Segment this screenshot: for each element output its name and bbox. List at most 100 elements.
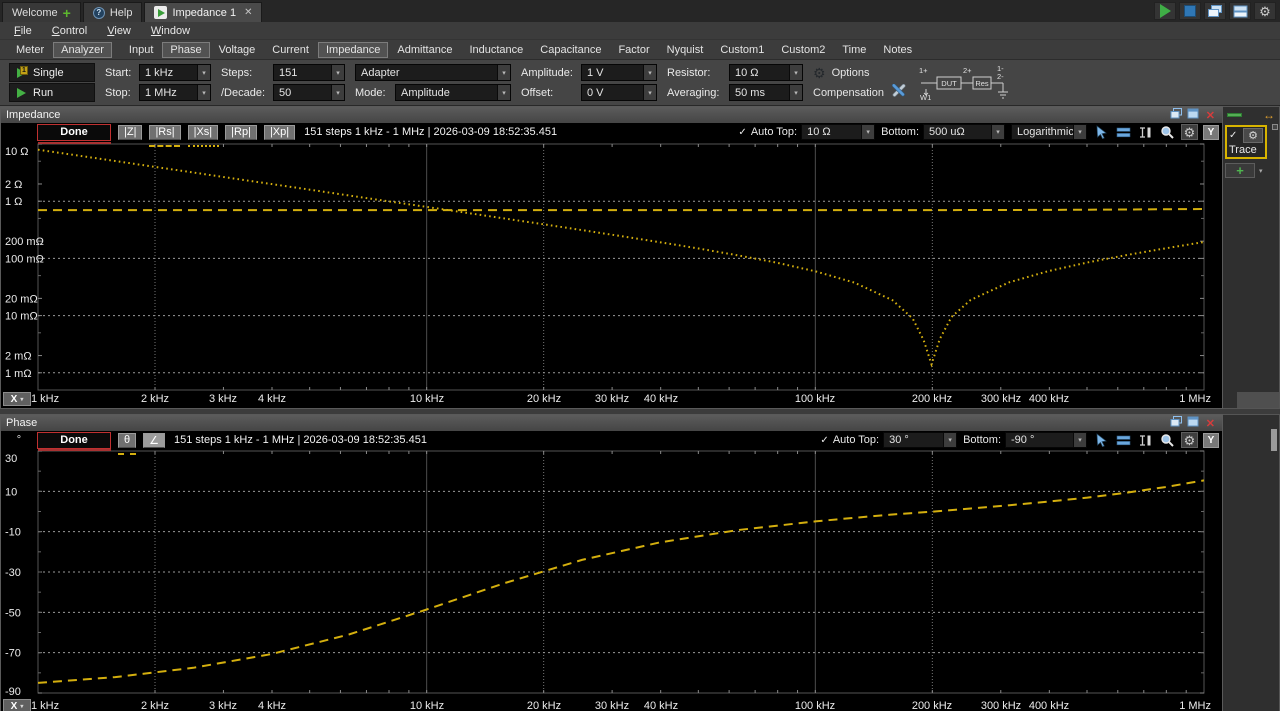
start-dropdown[interactable]: 1 kHz ▾ xyxy=(139,64,211,81)
menu-view[interactable]: View xyxy=(97,25,141,37)
y-axis-button[interactable]: Y xyxy=(1203,124,1219,140)
menu-control[interactable]: Control xyxy=(42,25,97,37)
markers-icon[interactable] xyxy=(1115,432,1132,448)
stop-dropdown[interactable]: 1 MHz ▾ xyxy=(139,84,211,101)
run-button[interactable] xyxy=(1154,2,1176,20)
resistor-dropdown[interactable]: 10 Ω ▾ xyxy=(729,64,803,81)
cursor-icon[interactable] xyxy=(1093,124,1110,140)
scale-dropdown[interactable]: Logarithmic ▾ xyxy=(1011,124,1087,140)
tab-help[interactable]: ? Help xyxy=(82,2,143,22)
settings-button[interactable]: ⚙ xyxy=(1254,2,1276,20)
view-tab-phase[interactable]: Phase xyxy=(162,41,210,58)
dropdown-arrow-icon: ▾ xyxy=(943,433,957,447)
done-button[interactable]: Done xyxy=(37,431,111,449)
trace-visible-checkbox[interactable]: ✓ xyxy=(1229,130,1237,141)
dropdown-arrow-icon[interactable]: ▾ xyxy=(1259,167,1263,175)
expand-arrows-icon[interactable]: ↔ xyxy=(1263,109,1275,121)
trace-button-item[interactable]: ∠ xyxy=(143,432,165,448)
view-tab-nyquist[interactable]: Nyquist xyxy=(659,42,712,58)
view-tab-inductance[interactable]: Inductance xyxy=(461,42,531,58)
bottom-value-dropdown[interactable]: 500 uΩ ▾ xyxy=(923,124,1005,140)
tile-button[interactable] xyxy=(1229,2,1251,20)
view-tab-voltage[interactable]: Voltage xyxy=(211,42,264,58)
view-tab-impedance[interactable]: Impedance xyxy=(317,41,389,58)
view-tab-capacitance[interactable]: Capacitance xyxy=(532,42,609,58)
dropdown-value: Logarithmic xyxy=(1017,126,1073,138)
phase-trace-sidebar xyxy=(1223,414,1280,711)
run-button[interactable]: Run xyxy=(9,83,95,102)
trace-gear-icon[interactable]: ⚙ xyxy=(1243,128,1263,143)
menu-window[interactable]: Window xyxy=(141,25,200,37)
top-value-dropdown[interactable]: 30 ° ▾ xyxy=(883,432,958,448)
single-button[interactable]: 1 Single xyxy=(9,63,95,82)
tab-label: Welcome xyxy=(12,6,58,19)
done-button[interactable]: Done xyxy=(37,123,111,141)
x-axis-button[interactable]: X ▾ xyxy=(3,699,31,711)
x-axis-label: 1 MHz xyxy=(1179,700,1211,711)
field-row: Offset: 0 V ▾ xyxy=(521,83,657,102)
tab-close-icon[interactable]: ✕ xyxy=(244,7,252,18)
auto-top-checkbox[interactable]: ✓ xyxy=(738,127,746,138)
zoom-icon[interactable] xyxy=(1159,432,1176,448)
impedance-title-bar[interactable]: Impedance ✕ xyxy=(1,107,1222,123)
maximize-icon[interactable] xyxy=(1187,108,1199,122)
compensation-row[interactable]: Compensation xyxy=(813,83,907,102)
view-tab-custom1[interactable]: Custom1 xyxy=(712,42,772,58)
x-axis-button[interactable]: X ▾ xyxy=(3,392,31,406)
trace-button-item[interactable]: θ xyxy=(118,432,137,448)
trace-button-z[interactable]: |Z| xyxy=(118,124,143,140)
trace-button-rs[interactable]: |Rs| xyxy=(149,124,181,140)
maximize-icon[interactable] xyxy=(1187,416,1199,430)
restore-icon[interactable] xyxy=(1170,108,1183,122)
y-axis-button[interactable]: Y xyxy=(1203,432,1219,448)
cursor-icon[interactable] xyxy=(1093,432,1110,448)
mode-dropdown[interactable]: Amplitude ▾ xyxy=(395,84,511,101)
auto-top-checkbox[interactable]: ✓ xyxy=(820,435,828,446)
top-value-dropdown[interactable]: 10 Ω ▾ xyxy=(801,124,876,140)
stop-button[interactable] xyxy=(1179,2,1201,20)
zoom-icon[interactable] xyxy=(1159,124,1176,140)
menu-file[interactable]: File xyxy=(4,25,42,37)
collapse-icon[interactable] xyxy=(1227,112,1242,117)
y-axis-label: 200 mΩ xyxy=(5,236,44,248)
decade-dropdown[interactable]: 50 ▾ xyxy=(273,84,345,101)
trace-item-selected[interactable]: ✓ ⚙ Trace xyxy=(1225,125,1267,159)
scrollbar-thumb[interactable] xyxy=(1271,429,1277,451)
view-tab-admittance[interactable]: Admittance xyxy=(389,42,460,58)
bottom-value-dropdown[interactable]: -90 ° ▾ xyxy=(1005,432,1087,448)
phase-title-bar[interactable]: Phase ✕ xyxy=(1,415,1222,431)
steps-dropdown[interactable]: 151 ▾ xyxy=(273,64,345,81)
axis-fit-icon[interactable] xyxy=(1137,124,1154,140)
close-icon[interactable]: ✕ xyxy=(1206,109,1215,122)
view-tab-factor[interactable]: Factor xyxy=(610,42,657,58)
trace-button-xs[interactable]: |Xs| xyxy=(187,124,219,140)
trace-button-xp[interactable]: |Xp| xyxy=(263,124,296,140)
close-icon[interactable]: ✕ xyxy=(1206,417,1215,430)
view-tab-analyzer[interactable]: Analyzer xyxy=(53,41,112,58)
cascade-button[interactable] xyxy=(1204,2,1226,20)
options-row[interactable]: ⚙ Options xyxy=(813,63,907,82)
view-tab-custom2[interactable]: Custom2 xyxy=(773,42,833,58)
view-tab-current[interactable]: Current xyxy=(264,42,317,58)
impedance-chart[interactable]: 10 Ω 2 Ω 1 Ω 200 mΩ 100 mΩ 20 mΩ 10 mΩ 2 mΩ 1 mΩ xyxy=(1,141,1222,391)
offset-dropdown[interactable]: 0 V ▾ xyxy=(581,84,657,101)
tab-welcome[interactable]: Welcome + xyxy=(2,2,81,22)
restore-icon[interactable] xyxy=(1170,416,1183,430)
averaging-dropdown[interactable]: 50 ms ▾ xyxy=(729,84,803,101)
gear-icon[interactable]: ⚙ xyxy=(1181,432,1198,448)
phase-chart[interactable]: 30 10 -10 -30 -50 -70 -90 xyxy=(1,449,1222,698)
view-tab-time[interactable]: Time xyxy=(834,42,874,58)
tab-impedance-1[interactable]: Impedance 1 ✕ xyxy=(144,2,263,22)
gear-icon[interactable]: ⚙ xyxy=(1181,124,1198,140)
options-column: ⚙ Options Compensation xyxy=(808,63,912,102)
view-tab-input[interactable]: Input xyxy=(121,42,161,58)
trace-button-rp[interactable]: |Rp| xyxy=(225,124,257,140)
amplitude-dropdown[interactable]: 1 V ▾ xyxy=(581,64,657,81)
view-tab-meter[interactable]: Meter xyxy=(8,42,52,58)
adapter-dropdown[interactable]: Adapter ▾ xyxy=(355,64,511,81)
view-tab-notes[interactable]: Notes xyxy=(875,42,920,58)
panel-handle-icon[interactable] xyxy=(1272,124,1278,130)
add-trace-button[interactable]: + xyxy=(1225,163,1255,178)
axis-fit-icon[interactable] xyxy=(1137,432,1154,448)
markers-icon[interactable] xyxy=(1115,124,1132,140)
